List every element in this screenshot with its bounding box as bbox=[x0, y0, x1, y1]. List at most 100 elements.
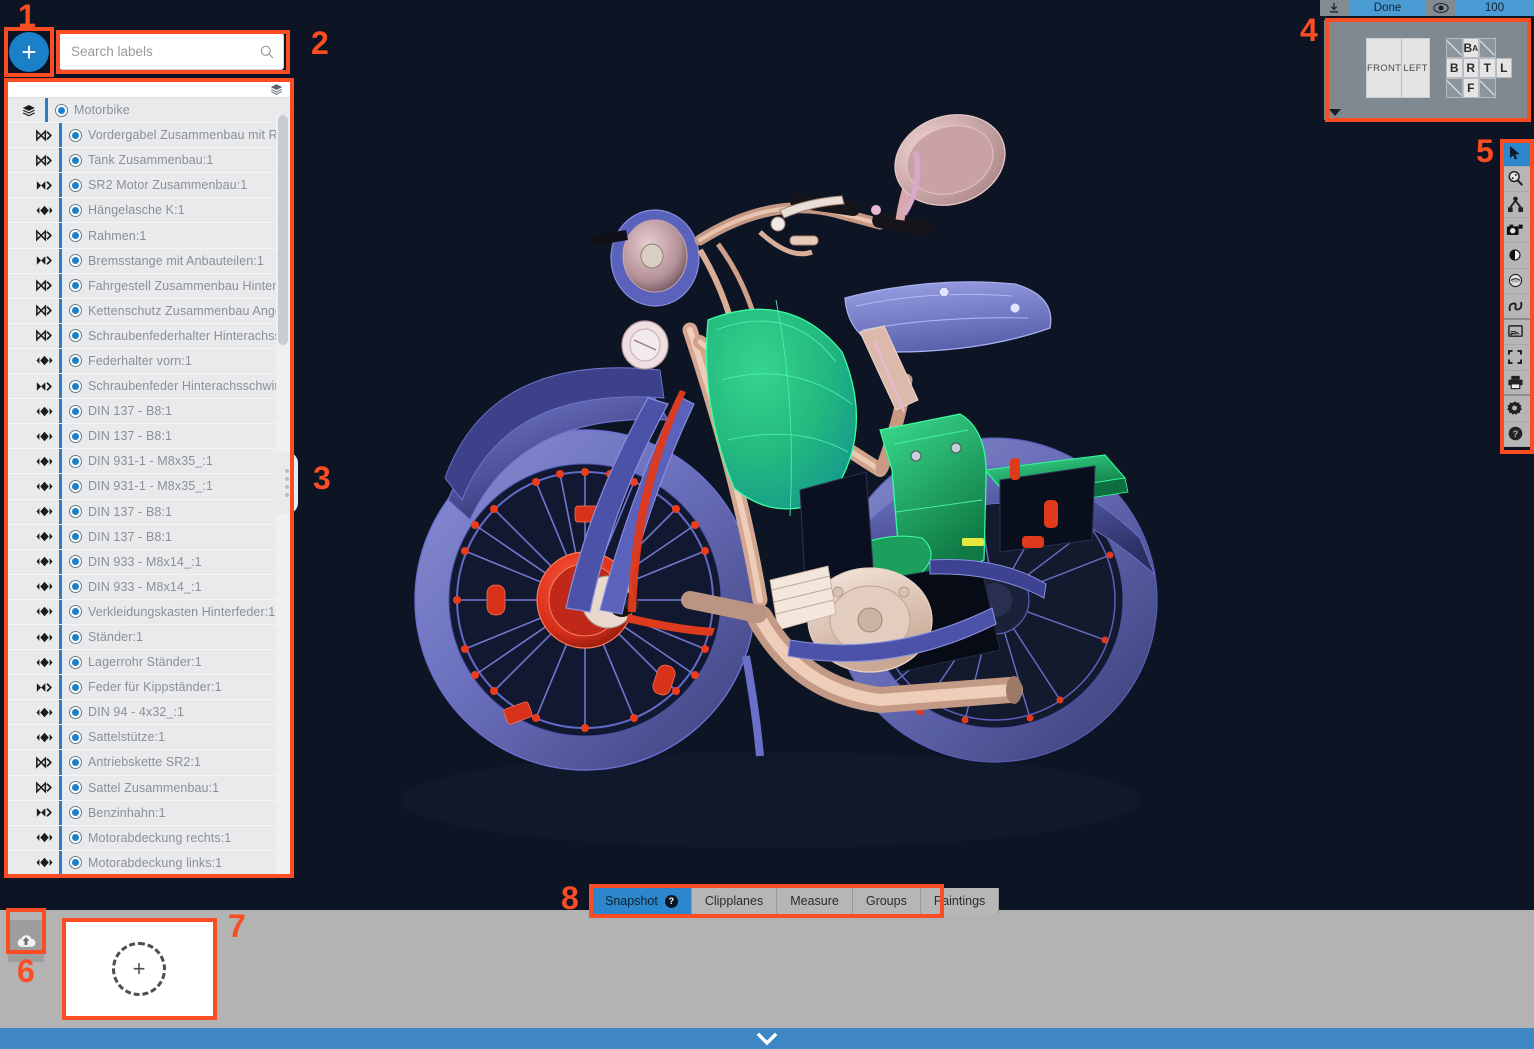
assembly-collapsed-icon[interactable] bbox=[36, 304, 53, 317]
visibility-toggle[interactable] bbox=[62, 555, 88, 568]
tree-node-icon-wrap[interactable] bbox=[29, 580, 59, 593]
done-button[interactable]: Done bbox=[1348, 0, 1427, 16]
tree-node-icon-wrap[interactable] bbox=[29, 455, 59, 468]
tree-node-icon-wrap[interactable] bbox=[29, 430, 59, 443]
view-cube-nav-t[interactable]: T bbox=[1479, 58, 1496, 78]
visibility-toggle[interactable] bbox=[62, 781, 88, 794]
visibility-toggle[interactable] bbox=[62, 405, 88, 418]
part-icon[interactable] bbox=[36, 204, 53, 217]
tree-row[interactable]: DIN 933 - M8x14_:1 bbox=[7, 550, 290, 575]
opacity-value[interactable]: 100 bbox=[1455, 0, 1534, 16]
tree-node-icon-wrap[interactable] bbox=[29, 279, 59, 292]
tree-node-icon-wrap[interactable] bbox=[29, 254, 59, 267]
visibility-toggle[interactable] bbox=[62, 605, 88, 618]
part-icon[interactable] bbox=[36, 530, 53, 543]
tree-row[interactable]: Kettenschutz Zusammenbau Angepas bbox=[7, 299, 290, 324]
tree-node-icon-wrap[interactable] bbox=[29, 530, 59, 543]
print-icon[interactable] bbox=[1500, 371, 1530, 397]
tree-node-icon-wrap[interactable] bbox=[29, 380, 59, 393]
tree-row[interactable]: SR2 Motor Zusammenbau:1 bbox=[7, 173, 290, 198]
part-icon[interactable] bbox=[36, 555, 53, 568]
visibility-toggle[interactable] bbox=[62, 631, 88, 644]
tree-row[interactable]: DIN 137 - B8:1 bbox=[7, 500, 290, 525]
tree-row[interactable]: Motorbike bbox=[7, 98, 290, 123]
tree-row[interactable]: Bremsstange mit Anbauteilen:1 bbox=[7, 249, 290, 274]
tree-scrollbar-thumb[interactable] bbox=[278, 115, 288, 345]
visibility-toggle[interactable] bbox=[62, 530, 88, 543]
assembly-filled-icon[interactable] bbox=[36, 681, 53, 694]
tree-node-icon-wrap[interactable] bbox=[15, 104, 45, 117]
view-cube-face-front[interactable]: FRONT bbox=[1367, 39, 1401, 97]
tree-row[interactable]: Benzinhahn:1 bbox=[7, 801, 290, 826]
tree-row[interactable]: Lagerrohr Ständer:1 bbox=[7, 650, 290, 675]
assembly-collapsed-icon[interactable] bbox=[36, 229, 53, 242]
tree-row[interactable]: Feder für Kippständer:1 bbox=[7, 675, 290, 700]
visibility-toggle[interactable] bbox=[62, 731, 88, 744]
tree-node-icon-wrap[interactable] bbox=[29, 806, 59, 819]
add-snapshot-placeholder[interactable]: + bbox=[65, 920, 213, 1018]
visibility-toggle[interactable] bbox=[48, 104, 74, 117]
tree-row[interactable]: Ständer:1 bbox=[7, 625, 290, 650]
tab-snapshot[interactable]: Snapshot? bbox=[592, 888, 692, 914]
download-icon[interactable] bbox=[1320, 0, 1348, 16]
visibility-toggle[interactable] bbox=[62, 856, 88, 869]
tree-node-icon-wrap[interactable] bbox=[29, 706, 59, 719]
visibility-toggle[interactable] bbox=[62, 706, 88, 719]
help-question-icon[interactable]: ? bbox=[1500, 422, 1530, 448]
tree-row[interactable]: Sattel Zusammenbau:1 bbox=[7, 776, 290, 801]
tree-row[interactable]: Fahrgestell Zusammenbau Hinterrad:1 bbox=[7, 274, 290, 299]
add-button[interactable]: + bbox=[9, 32, 49, 72]
tree-node-icon-wrap[interactable] bbox=[29, 204, 59, 217]
part-icon[interactable] bbox=[36, 430, 53, 443]
visibility-toggle[interactable] bbox=[62, 129, 88, 142]
tree-row[interactable]: Federhalter vorn:1 bbox=[7, 349, 290, 374]
view-cube-nav-b[interactable]: B bbox=[1446, 58, 1463, 78]
visibility-toggle[interactable] bbox=[62, 329, 88, 342]
visibility-toggle[interactable] bbox=[62, 154, 88, 167]
tree-node-icon-wrap[interactable] bbox=[29, 505, 59, 518]
tree-node-icon-wrap[interactable] bbox=[29, 731, 59, 744]
tree-node-icon-wrap[interactable] bbox=[29, 681, 59, 694]
visibility-toggle[interactable] bbox=[62, 304, 88, 317]
caret-down-icon[interactable] bbox=[1329, 109, 1341, 116]
eye-icon[interactable] bbox=[1427, 0, 1455, 16]
tree-row[interactable]: Schraubenfederhalter Hinterachsschw bbox=[7, 324, 290, 349]
visibility-toggle[interactable] bbox=[62, 455, 88, 468]
tree-row[interactable]: Rahmen:1 bbox=[7, 223, 290, 248]
part-icon[interactable] bbox=[36, 505, 53, 518]
part-icon[interactable] bbox=[36, 856, 53, 869]
part-icon[interactable] bbox=[36, 455, 53, 468]
tree-row[interactable]: DIN 94 - 4x32_:1 bbox=[7, 700, 290, 725]
visibility-toggle[interactable] bbox=[62, 580, 88, 593]
visibility-toggle[interactable] bbox=[62, 656, 88, 669]
tab-groups[interactable]: Groups bbox=[853, 888, 921, 914]
cast-screen-icon[interactable] bbox=[1500, 320, 1530, 346]
tree-row[interactable]: Motorabdeckung links:1 bbox=[7, 851, 290, 874]
part-icon[interactable] bbox=[36, 656, 53, 669]
tree-row[interactable]: DIN 137 - B8:1 bbox=[7, 525, 290, 550]
part-icon[interactable] bbox=[36, 831, 53, 844]
part-icon[interactable] bbox=[36, 731, 53, 744]
tree-node-icon-wrap[interactable] bbox=[29, 605, 59, 618]
part-icon[interactable] bbox=[36, 354, 53, 367]
tree-row[interactable]: DIN 137 - B8:1 bbox=[7, 424, 290, 449]
view-cube-nav-f[interactable]: F bbox=[1463, 78, 1480, 98]
select-cursor-icon[interactable] bbox=[1500, 141, 1530, 167]
visibility-toggle[interactable] bbox=[62, 806, 88, 819]
collapse-panel-bar[interactable] bbox=[0, 1028, 1534, 1049]
tree-row[interactable]: Sattelstütze:1 bbox=[7, 725, 290, 750]
tree-node-icon-wrap[interactable] bbox=[29, 329, 59, 342]
cloud-upload-button[interactable] bbox=[8, 920, 44, 962]
assembly-filled-icon[interactable] bbox=[36, 179, 53, 192]
assembly-filled-icon[interactable] bbox=[36, 254, 53, 267]
tab-measure[interactable]: Measure bbox=[777, 888, 853, 914]
bottom-tab-bar[interactable]: Snapshot?ClipplanesMeasureGroupsPainting… bbox=[592, 888, 999, 914]
tree-row[interactable]: Schraubenfeder Hinterachsschwinge:1 bbox=[7, 374, 290, 399]
part-icon[interactable] bbox=[36, 631, 53, 644]
tree-node-icon-wrap[interactable] bbox=[29, 555, 59, 568]
tree-node-icon-wrap[interactable] bbox=[29, 304, 59, 317]
assembly-collapsed-icon[interactable] bbox=[36, 756, 53, 769]
tree-row[interactable]: Tank Zusammenbau:1 bbox=[7, 148, 290, 173]
tree-row[interactable]: Hängelasche K:1 bbox=[7, 198, 290, 223]
search-box[interactable] bbox=[59, 33, 284, 70]
